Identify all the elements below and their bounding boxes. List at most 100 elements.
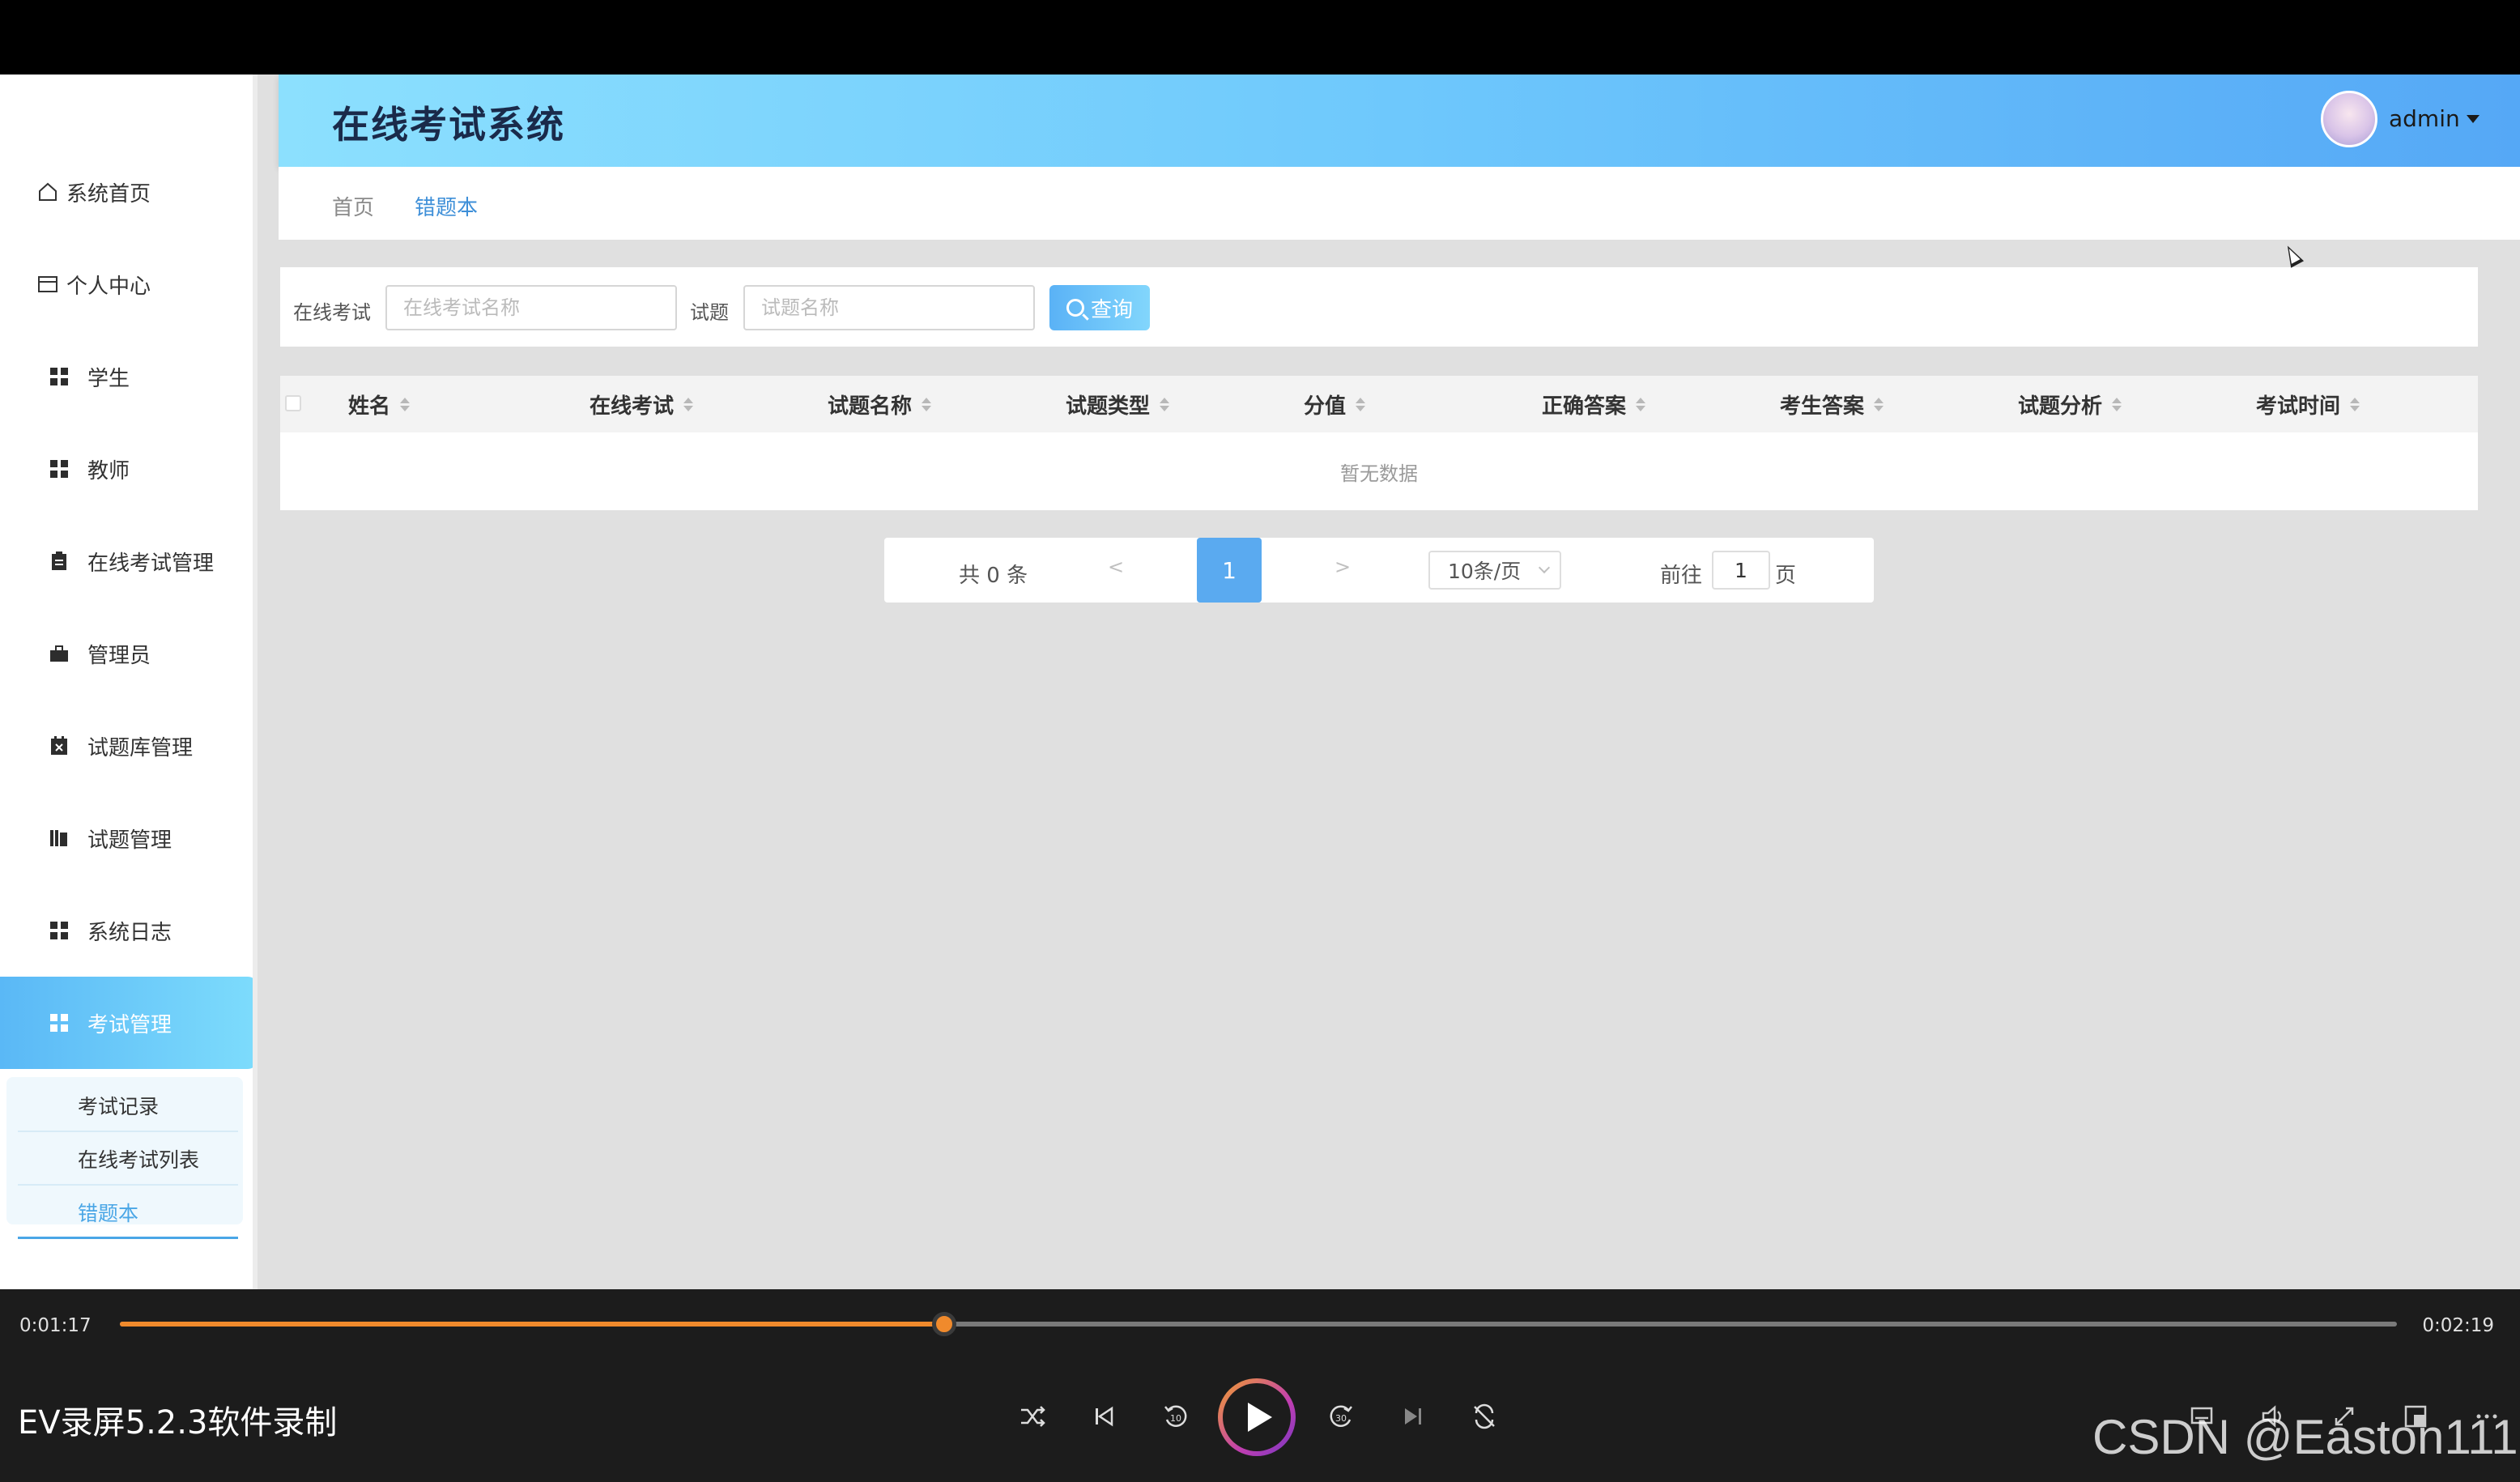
pagination: 共 0 条 < 1 > 10条/页 前往 页 <box>884 538 1874 603</box>
watermark-text: CSDN @Easton111 <box>2092 1410 2518 1464</box>
sidebar: 系统首页 个人中心 学生 教师 在线考试管理 管理员 试题库管理 试题管理 系统… <box>0 75 258 1289</box>
sidebar-item-online-exam-management[interactable]: 在线考试管理 <box>0 515 258 607</box>
page-number-button[interactable]: 1 <box>1197 538 1262 603</box>
sort-icon[interactable] <box>1636 397 1646 411</box>
sidebar-item-system-log[interactable]: 系统日志 <box>0 884 258 977</box>
home-icon <box>36 180 60 204</box>
column-header[interactable]: 考生答案 <box>1780 376 1884 432</box>
progress-fill <box>120 1322 944 1327</box>
sidebar-item-label: 系统日志 <box>87 920 172 945</box>
page-size-value: 10条/页 <box>1448 560 1522 583</box>
sidebar-item-label: 学生 <box>87 366 130 391</box>
column-label: 姓名 <box>348 394 391 419</box>
column-header[interactable]: 正确答案 <box>1542 376 1646 432</box>
column-label: 考生答案 <box>1780 394 1865 419</box>
column-header[interactable]: 分值 <box>1304 376 1366 432</box>
sidebar-item-teachers[interactable]: 教师 <box>0 423 258 515</box>
sidebar-item-label: 试题管理 <box>87 828 172 853</box>
screen-top-bar <box>0 0 2520 75</box>
submenu-item-wrong-questions[interactable]: 错题本 <box>18 1187 238 1239</box>
sidebar-item-home[interactable]: 系统首页 <box>0 146 258 238</box>
play-icon <box>1223 1383 1291 1451</box>
video-player-controls: 0:01:17 0:02:19 EV录屏5.2.3软件录制 10 30 CSDN… <box>0 1289 2520 1482</box>
submenu-item-label: 错题本 <box>78 1201 139 1225</box>
svg-text:30: 30 <box>1335 1413 1347 1424</box>
breadcrumb-current: 错题本 <box>415 196 479 220</box>
goto-label: 前往 <box>1660 564 1703 588</box>
loop-off-icon[interactable] <box>1466 1398 1503 1435</box>
submenu-item-exam-records[interactable]: 考试记录 <box>18 1080 238 1132</box>
exam-filter-label: 在线考试 <box>293 301 371 324</box>
sort-icon[interactable] <box>2350 397 2360 411</box>
column-header[interactable]: 试题类型 <box>1066 376 1170 432</box>
sidebar-item-admins[interactable]: 管理员 <box>0 607 258 700</box>
rewind-10-icon[interactable]: 10 <box>1156 1398 1194 1435</box>
progress-knob[interactable] <box>931 1312 956 1336</box>
sidebar-item-label: 个人中心 <box>66 274 151 299</box>
grid-icon <box>47 918 71 943</box>
exam-name-input[interactable] <box>385 285 677 330</box>
current-time: 0:01:17 <box>19 1315 92 1336</box>
column-label: 试题类型 <box>1066 394 1151 419</box>
sort-icon[interactable] <box>683 397 694 411</box>
progress-track[interactable] <box>120 1312 2397 1336</box>
app-window: 系统首页 个人中心 学生 教师 在线考试管理 管理员 试题库管理 试题管理 系统… <box>0 75 2520 1289</box>
goto-page-input[interactable] <box>1712 551 1770 590</box>
submenu-item-label: 在线考试列表 <box>78 1148 200 1172</box>
app-header: 在线考试系统 admin <box>279 75 2520 167</box>
wrong-questions-table: 姓名 在线考试 试题名称 试题类型 分值 正确答案 考生答案 试题分析 考试时间… <box>280 376 2478 510</box>
sort-icon[interactable] <box>400 397 411 411</box>
table-header: 姓名 在线考试 试题名称 试题类型 分值 正确答案 考生答案 试题分析 考试时间 <box>280 376 2478 432</box>
mouse-cursor-icon <box>2280 242 2305 268</box>
avatar[interactable] <box>2321 91 2377 147</box>
calendar-x-icon <box>47 734 71 758</box>
clipboard-icon <box>47 549 71 573</box>
sort-icon[interactable] <box>2112 397 2122 411</box>
svg-text:10: 10 <box>1170 1413 1181 1424</box>
previous-icon[interactable] <box>1085 1398 1122 1435</box>
goto-unit-label: 页 <box>1775 564 1797 588</box>
breadcrumb-home[interactable]: 首页 <box>332 191 374 221</box>
select-all-checkbox[interactable] <box>285 395 301 411</box>
column-label: 在线考试 <box>590 394 675 419</box>
sort-icon[interactable] <box>1160 397 1170 411</box>
column-header[interactable]: 考试时间 <box>2256 376 2360 432</box>
user-menu[interactable]: admin <box>2389 105 2460 132</box>
page-size-select[interactable]: 10条/页 <box>1428 551 1561 590</box>
sidebar-item-label: 教师 <box>87 458 130 483</box>
column-header[interactable]: 在线考试 <box>590 376 694 432</box>
prev-page-button[interactable]: < <box>1108 556 1124 578</box>
forward-30-icon[interactable]: 30 <box>1323 1398 1360 1435</box>
shuffle-icon[interactable] <box>1014 1398 1051 1435</box>
books-icon <box>47 826 71 850</box>
sidebar-item-label: 试题库管理 <box>87 735 194 760</box>
submenu-item-online-exam-list[interactable]: 在线考试列表 <box>18 1134 238 1186</box>
column-header[interactable]: 姓名 <box>348 376 411 432</box>
sidebar-item-label: 考试管理 <box>87 1012 172 1037</box>
search-button[interactable]: 查询 <box>1049 285 1150 330</box>
column-header[interactable]: 试题名称 <box>828 376 932 432</box>
sidebar-item-exam-management[interactable]: 考试管理 <box>0 977 258 1069</box>
next-icon[interactable] <box>1394 1398 1432 1435</box>
grid-icon <box>47 457 71 481</box>
question-name-input[interactable] <box>743 285 1035 330</box>
sidebar-item-question-bank[interactable]: 试题库管理 <box>0 700 258 792</box>
sort-icon[interactable] <box>922 397 932 411</box>
sidebar-item-students[interactable]: 学生 <box>0 330 258 423</box>
sidebar-item-question-management[interactable]: 试题管理 <box>0 792 258 884</box>
app-title: 在线考试系统 <box>332 103 565 147</box>
empty-state: 暂无数据 <box>1340 462 1418 485</box>
search-button-label: 查询 <box>1090 297 1133 322</box>
recording-title: EV录屏5.2.3软件录制 <box>18 1404 338 1442</box>
sidebar-item-label: 在线考试管理 <box>87 551 215 576</box>
sort-icon[interactable] <box>1874 397 1884 411</box>
submenu-exam-management: 考试记录 在线考试列表 错题本 <box>6 1077 243 1239</box>
next-page-button[interactable]: > <box>1334 556 1351 578</box>
sort-icon[interactable] <box>1356 397 1366 411</box>
column-header[interactable]: 试题分析 <box>2018 376 2122 432</box>
sidebar-item-profile[interactable]: 个人中心 <box>0 238 258 330</box>
submenu-item-label: 考试记录 <box>78 1095 160 1118</box>
question-filter-label: 试题 <box>690 301 729 324</box>
play-button[interactable] <box>1218 1378 1296 1456</box>
caret-down-icon[interactable] <box>2467 115 2480 123</box>
